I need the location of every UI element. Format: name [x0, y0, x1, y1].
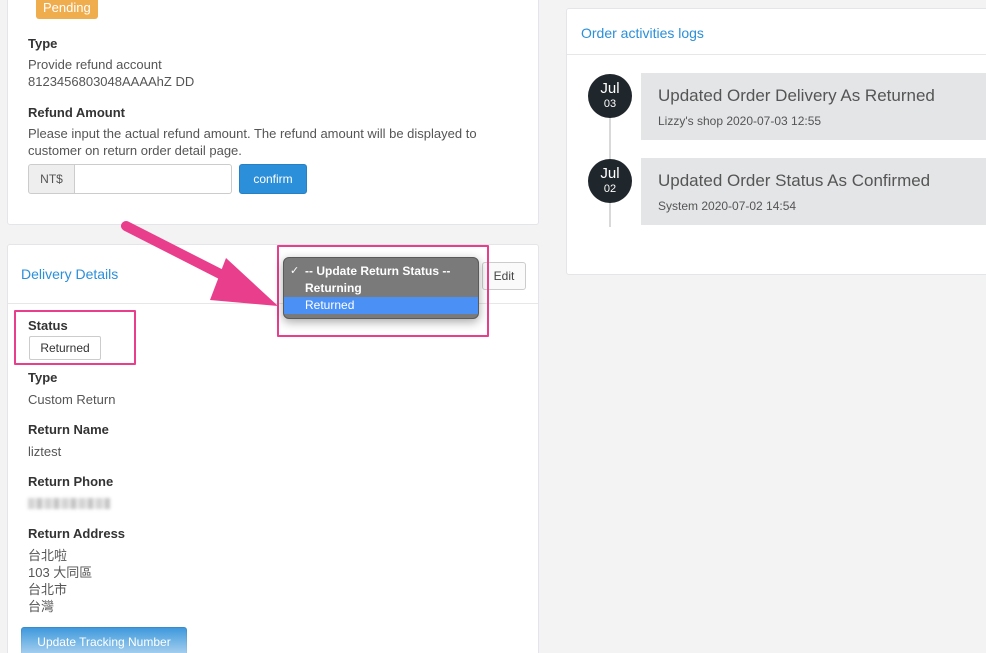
timeline-date-badge: Jul 03 — [588, 74, 632, 118]
status-badge: Pending — [36, 0, 98, 19]
refund-amount-input[interactable] — [75, 164, 232, 194]
logs-divider — [567, 54, 986, 55]
refund-amount-desc2: customer on return order detail page. — [28, 143, 242, 158]
refund-card: Pending Type Provide refund account 8123… — [7, 0, 539, 225]
timeline-month: Jul — [600, 80, 620, 97]
refund-type-line2: 8123456803048AAAAhZ DD — [28, 74, 195, 89]
activity-logs-card: Order activities logs Jul 03 Updated Ord… — [566, 8, 986, 275]
log-title: Updated Order Status As Confirmed — [658, 171, 931, 190]
log-meta: Lizzy's shop 2020-07-03 12:55 — [658, 114, 822, 128]
address-line: 103 大同區 — [28, 565, 93, 580]
dropdown-option-label: -- Update Return Status -- — [305, 264, 451, 278]
refund-type-line1: Provide refund account — [28, 57, 162, 72]
delivery-type-value: Custom Return — [28, 392, 116, 407]
annotation-arrow-icon — [121, 221, 278, 306]
dropdown-option-returning[interactable]: Returning — [284, 280, 478, 297]
timeline-day: 03 — [603, 98, 617, 110]
log-entry: Updated Order Delivery As Returned Lizzy… — [641, 73, 986, 140]
logs-title: Order activities logs — [581, 25, 704, 41]
address-line: 台北市 — [28, 582, 68, 597]
return-name-label: Return Name — [28, 422, 109, 437]
refund-type-label: Type — [28, 36, 58, 51]
log-meta: System 2020-07-02 14:54 — [658, 199, 797, 213]
return-status-dropdown[interactable]: ✓ -- Update Return Status -- Returning R… — [283, 257, 479, 319]
checkmark-icon: ✓ — [290, 265, 300, 277]
dropdown-option-returned[interactable]: Returned — [284, 297, 478, 314]
currency-addon: NT$ — [28, 164, 75, 194]
delivery-title: Delivery Details — [21, 266, 119, 282]
dropdown-option-label: Returned — [305, 298, 355, 312]
return-phone-label: Return Phone — [28, 474, 114, 489]
address-line: 台灣 — [28, 599, 55, 614]
address-line: 台北啦 — [28, 548, 68, 563]
log-entry: Updated Order Status As Confirmed System… — [641, 158, 986, 225]
timeline-month: Jul — [600, 165, 620, 182]
log-title: Updated Order Delivery As Returned — [658, 86, 935, 105]
update-tracking-button[interactable]: Update Tracking Number — [21, 627, 187, 653]
confirm-button[interactable]: confirm — [239, 164, 307, 194]
timeline-date-badge: Jul 02 — [588, 159, 632, 203]
refund-amount-desc1: Please input the actual refund amount. T… — [28, 126, 477, 141]
arrow-head — [210, 258, 278, 306]
status-highlight-box — [14, 310, 136, 365]
dropdown-option-placeholder[interactable]: ✓ -- Update Return Status -- — [284, 263, 478, 280]
dropdown-option-label: Returning — [305, 281, 362, 295]
refund-amount-group: NT$ — [28, 164, 232, 194]
return-name-value: liztest — [28, 444, 62, 459]
refund-amount-label: Refund Amount — [28, 105, 125, 120]
delivery-type-label: Type — [28, 370, 58, 385]
timeline-day: 02 — [603, 183, 617, 195]
return-phone-redacted — [28, 498, 110, 509]
return-address-label: Return Address — [28, 526, 126, 541]
